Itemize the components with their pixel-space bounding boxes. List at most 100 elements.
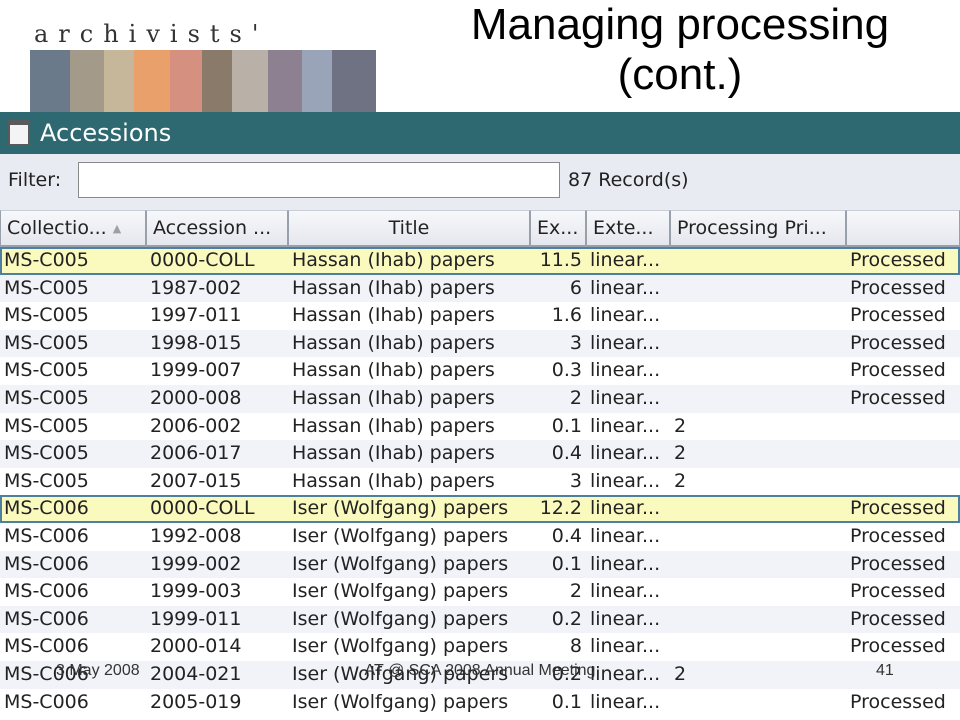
cell-extent-number: 2 <box>569 580 582 603</box>
cell-extent-number: 0.4 <box>551 524 582 547</box>
cell-collection: MS-C006 <box>4 580 89 603</box>
cell-extent-number: 3 <box>569 469 582 492</box>
cell-processing-priority <box>670 689 846 717</box>
cell-accession: 2006-002 <box>150 414 242 437</box>
table-row[interactable]: MS-C005 2000-008 Hassan (Ihab) papers 2 line… <box>0 384 960 413</box>
cell-title: Iser (Wolfgang) papers <box>292 607 509 630</box>
cell-title: Iser (Wolfgang) papers <box>292 580 509 603</box>
cell-collection: MS-C006 <box>4 607 89 630</box>
cell-collection: MS-C005 <box>4 304 89 327</box>
cell-processing-priority <box>670 606 846 634</box>
cell-title: Hassan (Ihab) papers <box>292 249 495 271</box>
cell-extent-number: 8 <box>569 635 582 658</box>
cell-processing-priority <box>670 330 846 358</box>
cell-extent-number: 0.1 <box>551 414 582 437</box>
table-row[interactable]: MS-C006 2000-014 Iser (Wolfgang) papers 8 li… <box>0 633 960 661</box>
cell-status: Processed <box>850 276 946 299</box>
cell-title: Iser (Wolfgang) papers <box>292 524 509 547</box>
cell-title: Hassan (Ihab) papers <box>292 359 495 382</box>
cell-extent-type: linear... <box>590 249 661 271</box>
column-header-accession[interactable]: Accession ... <box>146 210 288 246</box>
clipboard-icon <box>8 120 30 146</box>
cell-processing-priority: 2 <box>674 442 687 465</box>
table-row[interactable]: MS-C005 2006-002 Hassan (Ihab) papers 0.1 li… <box>0 412 960 441</box>
cell-accession: 1999-002 <box>150 552 242 575</box>
cell-collection: MS-C005 <box>4 276 89 299</box>
cell-status <box>846 413 960 441</box>
table-row[interactable]: MS-C006 1992-008 Iser (Wolfgang) papers 0.4… <box>0 522 960 551</box>
column-header-extent-type[interactable]: Exte... <box>586 210 670 246</box>
table-row[interactable]: MS-C006 1999-002 Iser (Wolfgang) papers 0.1… <box>0 550 960 579</box>
cell-status: Processed <box>850 386 946 409</box>
window-titlebar[interactable]: Accessions <box>0 112 960 154</box>
cell-extent-number: 0.3 <box>551 359 582 382</box>
cell-extent-type: linear... <box>590 386 661 409</box>
cell-extent-number: 0.1 <box>551 552 582 575</box>
column-header-processing-priority[interactable]: Processing Pri... <box>670 210 846 246</box>
filter-input[interactable] <box>78 162 560 198</box>
cell-extent-number: 1.6 <box>551 304 582 327</box>
table-row[interactable]: MS-C006 0000-COLL Iser (Wolfgang) papers 12… <box>0 495 960 523</box>
cell-status: Processed <box>850 524 946 547</box>
cell-processing-priority: 2 <box>674 414 687 437</box>
cell-collection: MS-C005 <box>4 469 89 492</box>
footer-event: AT @ SCA 2008 Annual Meeting <box>364 662 596 679</box>
cell-status: Processed <box>850 249 946 271</box>
cell-title: Iser (Wolfgang) papers <box>292 497 509 520</box>
cell-extent-type: linear... <box>590 359 661 382</box>
cell-collection: MS-C005 <box>4 331 89 354</box>
cell-title: Hassan (Ihab) papers <box>292 414 495 437</box>
cell-processing-priority <box>670 275 846 303</box>
column-header-extent-number[interactable]: Ex... <box>530 210 586 246</box>
footer-date: 3 May 2008 <box>56 662 140 679</box>
cell-processing-priority: 2 <box>674 469 687 492</box>
cell-processing-priority <box>670 302 846 330</box>
cell-collection: MS-C005 <box>4 249 89 271</box>
cell-extent-type: linear... <box>590 304 661 327</box>
cell-status: Processed <box>850 580 946 603</box>
table-row[interactable]: MS-C005 1998-015 Hassan (Ihab) papers 3 line… <box>0 329 960 358</box>
cell-extent-number: 2 <box>569 386 582 409</box>
filter-label: Filter: <box>8 169 62 191</box>
cell-title: Iser (Wolfgang) papers <box>292 635 509 658</box>
filter-bar: Filter: 87 Record(s) <box>0 154 960 211</box>
table-row[interactable]: MS-C005 1999-007 Hassan (Ihab) papers 0.3 li… <box>0 357 960 385</box>
table-row[interactable]: MS-C006 1999-011 Iser (Wolfgang) papers 0.2… <box>0 605 960 634</box>
cell-title: Hassan (Ihab) papers <box>292 386 495 409</box>
cell-title: Hassan (Ihab) papers <box>292 442 495 465</box>
cell-accession: 2007-015 <box>150 469 242 492</box>
cell-accession: 0000-COLL <box>150 249 255 271</box>
cell-status <box>846 468 960 496</box>
table-row[interactable]: MS-C006 1999-003 Iser (Wolfgang) papers 2 li… <box>0 578 960 606</box>
cell-processing-priority <box>670 578 846 606</box>
table-row[interactable]: MS-C005 1997-011 Hassan (Ihab) papers 1.6 li… <box>0 302 960 330</box>
cell-accession: 1997-011 <box>150 304 242 327</box>
table-row[interactable]: MS-C005 2007-015 Hassan (Ihab) papers 3 line… <box>0 467 960 496</box>
cell-status <box>846 440 960 468</box>
table-row[interactable]: MS-C005 0000-COLL Hassan (Ihab) papers 11.5… <box>0 247 960 275</box>
cell-status: Processed <box>850 690 946 713</box>
column-header-status[interactable] <box>846 210 960 246</box>
cell-extent-type: linear... <box>590 442 661 465</box>
cell-accession: 1999-003 <box>150 580 242 603</box>
cell-extent-number: 11.5 <box>539 249 582 271</box>
cell-processing-priority <box>670 551 846 579</box>
column-header-title[interactable]: Title <box>288 210 530 246</box>
column-header-collection[interactable]: Collectio... ▲ <box>0 210 146 246</box>
cell-title: Iser (Wolfgang) papers <box>292 552 509 575</box>
cell-extent-type: linear... <box>590 635 661 658</box>
cell-collection: MS-C005 <box>4 386 89 409</box>
cell-extent-type: linear... <box>590 414 661 437</box>
cell-accession: 0000-COLL <box>150 497 255 520</box>
slide-header: archivists' Managing processing (cont.) <box>0 0 960 130</box>
table-row[interactable]: MS-C006 2005-019 Iser (Wolfgang) papers 0.1… <box>0 688 960 717</box>
table-row[interactable]: MS-C005 1987-002 Hassan (Ihab) papers 6 line… <box>0 274 960 303</box>
cell-extent-number: 0.2 <box>551 607 582 630</box>
table-row[interactable]: MS-C005 2006-017 Hassan (Ihab) papers 0.4 li… <box>0 440 960 468</box>
cell-processing-priority <box>670 385 846 413</box>
cell-title: Hassan (Ihab) papers <box>292 304 495 327</box>
cell-collection: MS-C006 <box>4 524 89 547</box>
cell-status: Processed <box>850 635 946 658</box>
cell-processing-priority <box>670 247 846 275</box>
cell-extent-type: linear... <box>590 276 661 299</box>
